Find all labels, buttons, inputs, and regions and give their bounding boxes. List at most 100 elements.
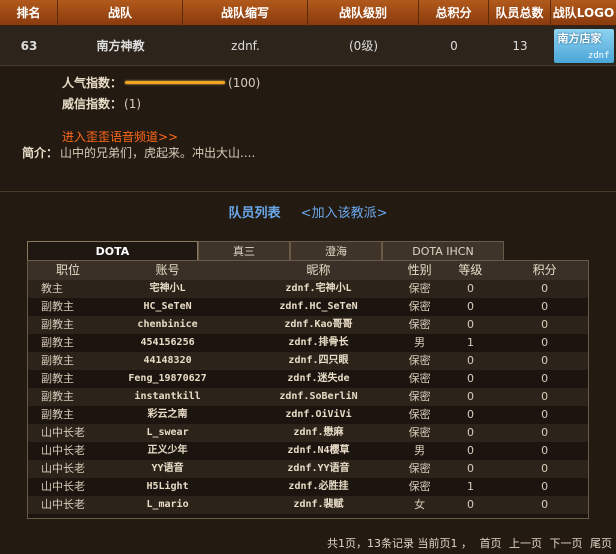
- member-level: 1: [466, 480, 474, 493]
- table-row: 山中长老 L_mario zdnf.裴赋 女 0 0: [28, 496, 588, 514]
- prestige-label: 威信指数：: [62, 97, 123, 111]
- member-account: 454156256: [140, 337, 195, 348]
- member-nickname: zdnf.HC_SeTeN: [279, 301, 358, 312]
- member-nickname: zdnf.OiViVi: [285, 409, 352, 420]
- member-position: 副教主: [41, 372, 74, 385]
- tab-chenghai[interactable]: 澄海: [290, 241, 382, 261]
- member-nickname: zdnf.裴赋: [293, 499, 344, 510]
- members-title-bar: 队员列表 <加入该教派>: [0, 202, 616, 221]
- member-position: 山中长老: [41, 480, 85, 493]
- member-account: instantkill: [134, 391, 201, 402]
- popularity-bar: [125, 81, 226, 84]
- logo-sub: zdnf: [587, 51, 610, 61]
- member-gender: 保密: [408, 426, 431, 439]
- member-level: 0: [466, 444, 474, 457]
- member-level: 0: [466, 462, 474, 475]
- pager-last[interactable]: 尾页: [590, 537, 612, 550]
- header-level: 战队级别: [308, 0, 419, 26]
- tab-zhensan[interactable]: 真三: [198, 241, 290, 261]
- pager: 共1页，13条记录 当前页1 ， 首页 上一页 下一页 尾页: [0, 535, 612, 551]
- header-rank: 排名: [0, 0, 58, 26]
- tab-dota-ihcn[interactable]: DOTA IHCN: [382, 241, 504, 261]
- prestige-value: (1): [124, 96, 142, 111]
- team-member-count: 13: [512, 39, 528, 53]
- member-nickname: zdnf.排骨长: [288, 337, 349, 348]
- member-gender: 保密: [408, 354, 431, 367]
- member-score: 0: [541, 336, 549, 349]
- member-gender: 保密: [408, 408, 431, 421]
- member-list-title: 队员列表: [228, 206, 281, 221]
- member-level: 0: [466, 282, 474, 295]
- member-position: 副教主: [41, 300, 74, 313]
- member-score: 0: [541, 426, 549, 439]
- member-gender: 保密: [408, 462, 431, 475]
- table-row: 副教主 Feng_19870627 zdnf.迷失de 保密 0 0: [28, 370, 588, 388]
- table-row: 教主 宅神小L zdnf.宅神小L 保密 0 0: [28, 280, 588, 298]
- voice-channel-link[interactable]: 进入歪歪语音频道>>: [62, 128, 178, 145]
- member-rows: 教主 宅神小L zdnf.宅神小L 保密 0 0 副教主 HC_SeTeN zdnf.HC_Se…: [28, 280, 588, 514]
- member-account: 正义少年: [147, 445, 188, 456]
- members-section: 队员列表 <加入该教派> DOTA 真三 澄海 DOTA IHCN 职位 账号 …: [0, 193, 616, 554]
- th-score: 积分: [532, 263, 557, 277]
- tab-dota[interactable]: DOTA: [27, 241, 198, 261]
- table-row: 副教主 44148320 zdnf.四只眼 保密 0 0: [28, 352, 588, 370]
- member-account: chenbinice: [137, 319, 198, 330]
- member-nickname: zdnf.Kao哥哥: [284, 319, 353, 330]
- member-score: 0: [541, 498, 549, 511]
- member-position: 副教主: [41, 390, 74, 403]
- voice-line: 进入歪歪语音频道>>: [62, 128, 178, 145]
- popularity-value: (100): [228, 75, 261, 90]
- member-level: 0: [466, 300, 474, 313]
- member-level: 0: [466, 408, 474, 421]
- team-level: (0级): [349, 39, 378, 53]
- pager-prev[interactable]: 上一页: [509, 537, 542, 550]
- member-table-header: 职位 账号 昵称 性别 等级 积分: [28, 261, 588, 280]
- popularity-line: 人气指数： (100): [62, 74, 260, 91]
- table-row: 副教主 instantkill zdnf.SoBerliN 保密 0 0: [28, 388, 588, 406]
- pager-first[interactable]: 首页: [480, 537, 502, 550]
- member-nickname: zdnf.必胜挂: [288, 481, 349, 492]
- popularity-label: 人气指数：: [62, 76, 123, 90]
- member-score: 0: [541, 408, 549, 421]
- table-row: 山中长老 H5Light zdnf.必胜挂 保密 1 0: [28, 478, 588, 496]
- member-score: 0: [541, 444, 549, 457]
- member-account: 44148320: [143, 355, 192, 366]
- member-position: 副教主: [41, 318, 74, 331]
- member-nickname: zdnf.四只眼: [288, 355, 349, 366]
- th-level: 等级: [458, 263, 483, 277]
- prestige-line: 威信指数： (1): [62, 95, 141, 112]
- member-score: 0: [541, 372, 549, 385]
- header-members: 队员总数: [489, 0, 551, 26]
- member-account: HC_SeTeN: [143, 301, 192, 312]
- member-position: 副教主: [41, 336, 74, 349]
- th-gender: 性别: [407, 263, 432, 277]
- member-account: 宅神小L: [149, 283, 186, 294]
- member-account: 彩云之南: [147, 409, 188, 420]
- member-gender: 保密: [408, 300, 431, 313]
- th-nickname: 昵称: [306, 263, 331, 277]
- team-table-header: 排名 战队 战队缩写 战队级别 总积分 队员总数 战队LOGO: [0, 0, 616, 26]
- team-row: 63 南方神教 zdnf. (0级) 0 13 南方店家 zdnf: [0, 26, 616, 66]
- header-abbr: 战队缩写: [183, 0, 308, 26]
- header-points: 总积分: [419, 0, 489, 26]
- table-row: 副教主 HC_SeTeN zdnf.HC_SeTeN 保密 0 0: [28, 298, 588, 316]
- th-position: 职位: [56, 263, 81, 277]
- member-account: YY语音: [151, 463, 184, 474]
- member-gender: 保密: [408, 480, 431, 493]
- member-nickname: zdnf.迷失de: [287, 373, 350, 384]
- member-score: 0: [541, 390, 549, 403]
- team-name[interactable]: 南方神教: [58, 26, 183, 66]
- member-nickname: zdnf.SoBerliN: [279, 391, 358, 402]
- member-position: 山中长老: [41, 462, 85, 475]
- logo-text: 南方店家: [557, 32, 602, 45]
- team-points: 0: [450, 39, 458, 53]
- table-row: 山中长老 YY语音 zdnf.YY语音 保密 0 0: [28, 460, 588, 478]
- member-position: 山中长老: [41, 444, 85, 457]
- member-level: 0: [466, 498, 474, 511]
- team-logo-cell: 南方店家 zdnf: [551, 26, 616, 66]
- join-team-link[interactable]: <加入该教派>: [301, 206, 388, 221]
- pager-next[interactable]: 下一页: [550, 537, 583, 550]
- member-level: 0: [466, 354, 474, 367]
- member-position: 山中长老: [41, 426, 85, 439]
- member-nickname: zdnf.N4樱草: [287, 445, 350, 456]
